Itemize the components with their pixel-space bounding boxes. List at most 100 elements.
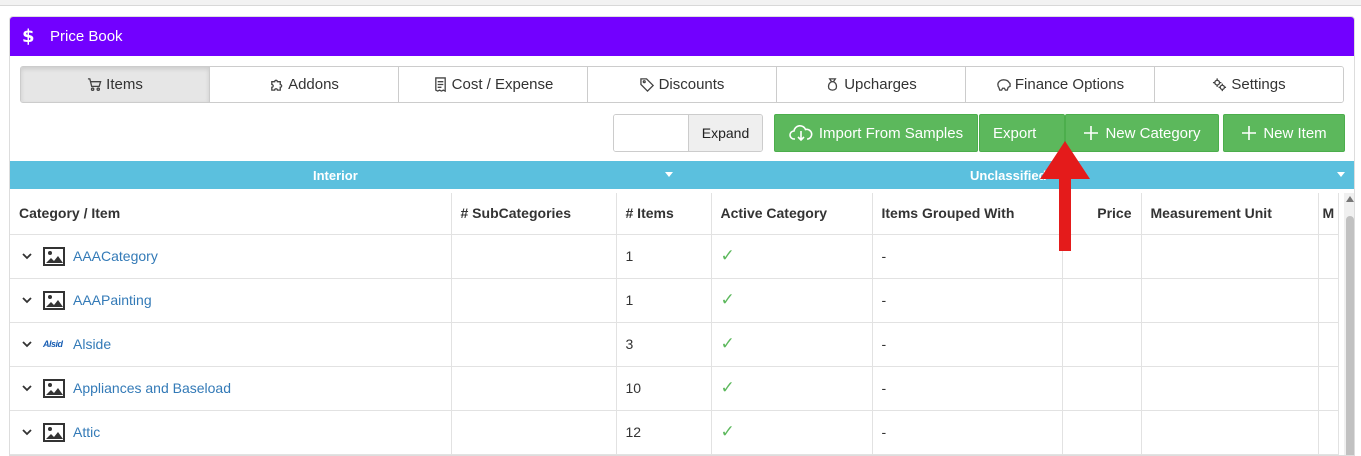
grouped-with-cell: -	[872, 366, 1063, 411]
items-count-cell: 10	[616, 366, 712, 411]
expand-group: Expand	[613, 114, 763, 152]
measurement-unit-cell	[1141, 278, 1319, 323]
expand-input[interactable]	[614, 115, 688, 151]
column-header-subcategories[interactable]: # SubCategories	[451, 193, 617, 235]
table-row: Appliances and Baseload 10 ✓ -	[10, 366, 1340, 411]
table-row: AAACategory 1 ✓ -	[10, 234, 1340, 279]
import-label: Import From Samples	[818, 124, 964, 142]
interior-dropdown-caret-icon[interactable]	[665, 172, 673, 177]
measurement-unit-cell	[1141, 366, 1319, 411]
column-header-truncated[interactable]: M	[1318, 193, 1340, 235]
active-category-cell: ✓	[711, 322, 873, 367]
column-header-items[interactable]: # Items	[616, 193, 712, 235]
truncated-cell	[1318, 234, 1340, 279]
category-filter-bar: Interior Unclassified	[10, 161, 1354, 189]
chevron-down-icon[interactable]	[21, 338, 33, 350]
active-category-cell: ✓	[711, 278, 873, 323]
category-link[interactable]: Alside	[73, 336, 111, 352]
expand-button[interactable]: Expand	[688, 115, 762, 151]
table-scrollbar[interactable]	[1344, 193, 1354, 455]
tab-items[interactable]: Items	[21, 67, 210, 102]
tab-label: Discounts	[658, 76, 725, 93]
tab-settings[interactable]: Settings	[1155, 67, 1343, 102]
subcategories-cell	[451, 322, 617, 367]
tab-finance-options[interactable]: Finance Options	[966, 67, 1155, 102]
tab-upcharges[interactable]: Upcharges	[777, 67, 966, 102]
tab-bar: Items Addons Cost / Expense Discounts Up…	[20, 66, 1344, 103]
interior-label: Interior	[313, 167, 358, 183]
check-icon: ✓	[720, 290, 735, 309]
chevron-down-icon[interactable]	[21, 382, 33, 394]
price-book-panel: $ Price Book Items Addons Cost / Expense…	[9, 16, 1355, 456]
unclassified-dropdown-caret-icon[interactable]	[1337, 172, 1345, 177]
truncated-cell	[1318, 410, 1340, 455]
price-cell	[1062, 366, 1142, 411]
categories-table: Category / Item # SubCategories # Items …	[10, 193, 1340, 455]
active-category-cell: ✓	[711, 234, 873, 279]
tab-label: Settings	[1231, 76, 1286, 93]
money-bag-icon	[828, 78, 838, 91]
scroll-up-arrow-icon[interactable]	[1346, 196, 1354, 202]
items-count-cell: 3	[616, 322, 712, 367]
column-header-measurement-unit[interactable]: Measurement Unit	[1141, 193, 1319, 235]
chevron-down-icon[interactable]	[21, 250, 33, 262]
price-cell	[1062, 322, 1142, 367]
tab-label: Addons	[288, 76, 339, 93]
toolbar: Expand Import From Samples Export New Ca…	[10, 114, 1354, 154]
subcategories-cell	[451, 410, 617, 455]
tab-label: Upcharges	[844, 76, 917, 93]
alside-logo: Alsid	[43, 339, 63, 349]
chevron-down-icon[interactable]	[21, 294, 33, 306]
tab-cost-expense[interactable]: Cost / Expense	[399, 67, 588, 102]
interior-filter[interactable]: Interior	[313, 161, 358, 189]
import-from-samples-button[interactable]: Import From Samples	[774, 114, 978, 152]
gears-icon	[1213, 78, 1227, 92]
column-header-category-item[interactable]: Category / Item	[10, 193, 452, 235]
subcategories-cell	[451, 234, 617, 279]
category-link[interactable]: AAACategory	[73, 248, 158, 264]
category-link[interactable]: Attic	[73, 424, 100, 440]
table-row: Attic 12 ✓ -	[10, 410, 1340, 455]
subcategories-cell	[451, 366, 617, 411]
image-icon	[43, 290, 65, 310]
truncated-cell	[1318, 366, 1340, 411]
grouped-with-cell: -	[872, 322, 1063, 367]
check-icon: ✓	[720, 378, 735, 397]
table-header-row: Category / Item # SubCategories # Items …	[10, 193, 1340, 235]
measurement-unit-cell	[1141, 410, 1319, 455]
piggy-bank-icon	[997, 79, 1011, 91]
tab-discounts[interactable]: Discounts	[588, 67, 777, 102]
panel-header: $ Price Book	[10, 17, 1354, 56]
grouped-with-cell: -	[872, 278, 1063, 323]
cart-icon	[88, 78, 102, 91]
unclassified-filter[interactable]: Unclassified	[970, 161, 1047, 189]
tab-label: Items	[106, 76, 143, 93]
table-row: Alsid Alside 3 ✓ -	[10, 322, 1340, 367]
scrollbar-thumb[interactable]	[1346, 216, 1354, 455]
check-icon: ✓	[720, 334, 735, 353]
browser-top-border	[0, 0, 1361, 6]
puzzle-icon	[271, 79, 283, 91]
tab-addons[interactable]: Addons	[210, 67, 399, 102]
tab-label: Finance Options	[1014, 76, 1125, 93]
items-count-cell: 1	[616, 278, 712, 323]
new-category-label: New Category	[1105, 124, 1201, 142]
measurement-unit-cell	[1141, 322, 1319, 367]
receipt-icon	[434, 77, 446, 92]
column-header-items-grouped-with[interactable]: Items Grouped With	[872, 193, 1063, 235]
category-link[interactable]: AAAPainting	[73, 292, 152, 308]
grouped-with-cell: -	[872, 410, 1063, 455]
new-item-label: New Item	[1263, 124, 1327, 142]
image-icon	[43, 246, 65, 266]
image-icon	[43, 378, 65, 398]
grouped-with-cell: -	[872, 234, 1063, 279]
price-cell	[1062, 278, 1142, 323]
new-item-button[interactable]: New Item	[1223, 114, 1345, 152]
check-icon: ✓	[720, 246, 735, 265]
column-header-active-category[interactable]: Active Category	[711, 193, 873, 235]
plus-icon	[1242, 126, 1257, 140]
category-link[interactable]: Appliances and Baseload	[73, 380, 231, 396]
table-row: AAAPainting 1 ✓ -	[10, 278, 1340, 323]
chevron-down-icon[interactable]	[21, 426, 33, 438]
check-icon: ✓	[720, 422, 735, 441]
